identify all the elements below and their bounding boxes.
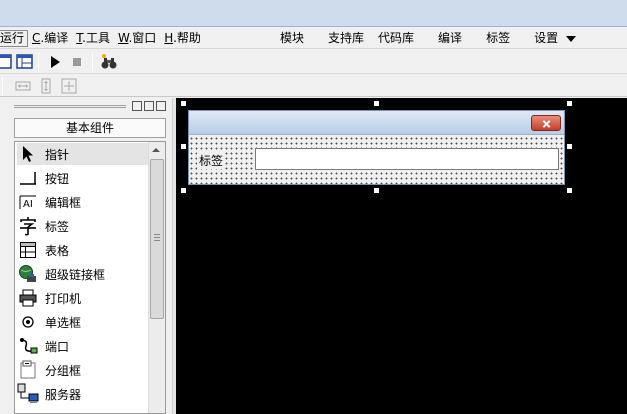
nav-support-library[interactable]: 支持库 — [328, 30, 364, 47]
panel-maximize-icon[interactable] — [144, 101, 154, 111]
window-layout-icon[interactable] — [0, 53, 14, 71]
server-computer-icon — [17, 383, 39, 404]
component-item-label[interactable]: 标签 — [17, 215, 149, 237]
panel-menu-icon[interactable] — [132, 101, 142, 111]
resize-handle-top[interactable] — [373, 100, 380, 107]
form-edit-box[interactable] — [255, 148, 559, 170]
component-label: 服务器 — [45, 387, 82, 402]
svg-text:AI: AI — [23, 199, 33, 210]
component-label: 超级链接框 — [45, 267, 106, 282]
menu-run[interactable]: 运行 — [0, 30, 29, 47]
binoculars-find-icon[interactable] — [100, 53, 118, 71]
resize-handle-left[interactable] — [180, 143, 187, 150]
same-width-icon[interactable] — [14, 77, 32, 95]
toolbar-main — [0, 50, 627, 74]
component-label: 分组框 — [45, 363, 82, 378]
component-item-printer[interactable]: 打印机 — [17, 287, 149, 309]
component-group-button[interactable]: 基本组件 — [14, 118, 166, 138]
component-item-pointer[interactable]: 指针 — [17, 143, 149, 165]
stop-icon[interactable] — [68, 53, 86, 71]
menu-window[interactable]: W.窗口 — [114, 30, 160, 47]
grid-table-icon — [17, 240, 39, 260]
component-list-scrollbar[interactable] — [148, 142, 165, 413]
component-label: 编辑框 — [45, 195, 82, 210]
label-char-icon — [17, 216, 39, 236]
resize-handle-right[interactable] — [566, 143, 573, 150]
component-item-edit-box[interactable]: AI 编辑框 — [17, 191, 149, 213]
component-item-table[interactable]: 表格 — [17, 239, 149, 261]
resize-handle-top-left[interactable] — [180, 100, 187, 107]
menu-compile[interactable]: C.编译 — [28, 30, 72, 47]
nav-settings[interactable]: 设置 — [534, 30, 558, 47]
component-label: 单选框 — [45, 315, 82, 330]
settings-dropdown-icon[interactable] — [566, 36, 577, 42]
group-box-icon — [17, 360, 39, 380]
component-item-button[interactable]: 按钮 — [17, 167, 149, 189]
hyperlink-globe-icon — [17, 264, 39, 284]
resize-handle-bottom-left[interactable] — [180, 187, 187, 194]
edit-box-icon: AI — [17, 192, 39, 212]
panel-grip[interactable] — [14, 105, 126, 108]
component-label: 表格 — [45, 243, 70, 258]
component-label: 指针 — [45, 147, 70, 162]
same-size-icon[interactable] — [60, 77, 78, 95]
nav-label[interactable]: 标签 — [486, 30, 510, 47]
scroll-thumb[interactable] — [150, 159, 164, 319]
pointer-arrow-icon — [17, 144, 39, 164]
same-height-icon[interactable] — [37, 77, 55, 95]
component-label: 端口 — [45, 339, 70, 354]
window-title-bar — [0, 0, 627, 27]
component-item-server[interactable]: 服务器 — [17, 383, 149, 405]
run-play-icon[interactable] — [46, 53, 64, 71]
resize-handle-bottom[interactable] — [373, 187, 380, 194]
component-item-port[interactable]: 端口 — [17, 335, 149, 357]
resize-handle-top-right[interactable] — [566, 100, 573, 107]
close-icon[interactable] — [531, 115, 561, 131]
toolbar-align — [0, 75, 627, 97]
menu-tools[interactable]: T.工具 — [72, 30, 114, 47]
port-connector-icon — [17, 336, 39, 356]
resize-handle-bottom-right[interactable] — [566, 187, 573, 194]
component-list: 指针 按钮 AI 编辑框 标签 表格 超级链接框 打印机 单选框 端口 分组框 … — [14, 141, 166, 414]
component-label: 标签 — [45, 219, 70, 234]
nav-compile[interactable]: 编译 — [438, 30, 462, 47]
component-palette-panel: 基本组件 指针 按钮 AI 编辑框 标签 表格 超级链接框 打印机 单选框 端口… — [0, 98, 172, 414]
menu-help[interactable]: H.帮助 — [160, 30, 205, 47]
design-canvas[interactable]: 标签 — [176, 98, 627, 414]
menu-bar: 运行 C.编译 T.工具 W.窗口 H.帮助 模块 支持库 代码库 编译 标签 … — [0, 27, 627, 49]
printer-icon — [17, 288, 39, 308]
design-form-title-bar[interactable] — [189, 111, 564, 135]
panel-header — [14, 98, 168, 114]
component-item-hyperlink[interactable]: 超级链接框 — [17, 263, 149, 285]
nav-code-library[interactable]: 代码库 — [378, 30, 414, 47]
component-label: 按钮 — [45, 171, 70, 186]
radio-button-icon — [17, 312, 39, 332]
form-label-control[interactable]: 标签 — [197, 152, 226, 169]
split-layout-icon[interactable] — [16, 53, 34, 71]
button-icon — [17, 168, 39, 188]
nav-module[interactable]: 模块 — [280, 30, 304, 47]
scroll-up-icon[interactable] — [152, 148, 160, 152]
component-label: 打印机 — [45, 291, 82, 306]
design-form-window[interactable]: 标签 — [188, 110, 565, 185]
ide-window: 运行 C.编译 T.工具 W.窗口 H.帮助 模块 支持库 代码库 编译 标签 … — [0, 0, 627, 414]
panel-close-icon[interactable] — [156, 101, 166, 111]
component-item-group-box[interactable]: 分组框 — [17, 359, 149, 381]
component-item-radio[interactable]: 单选框 — [17, 311, 149, 333]
